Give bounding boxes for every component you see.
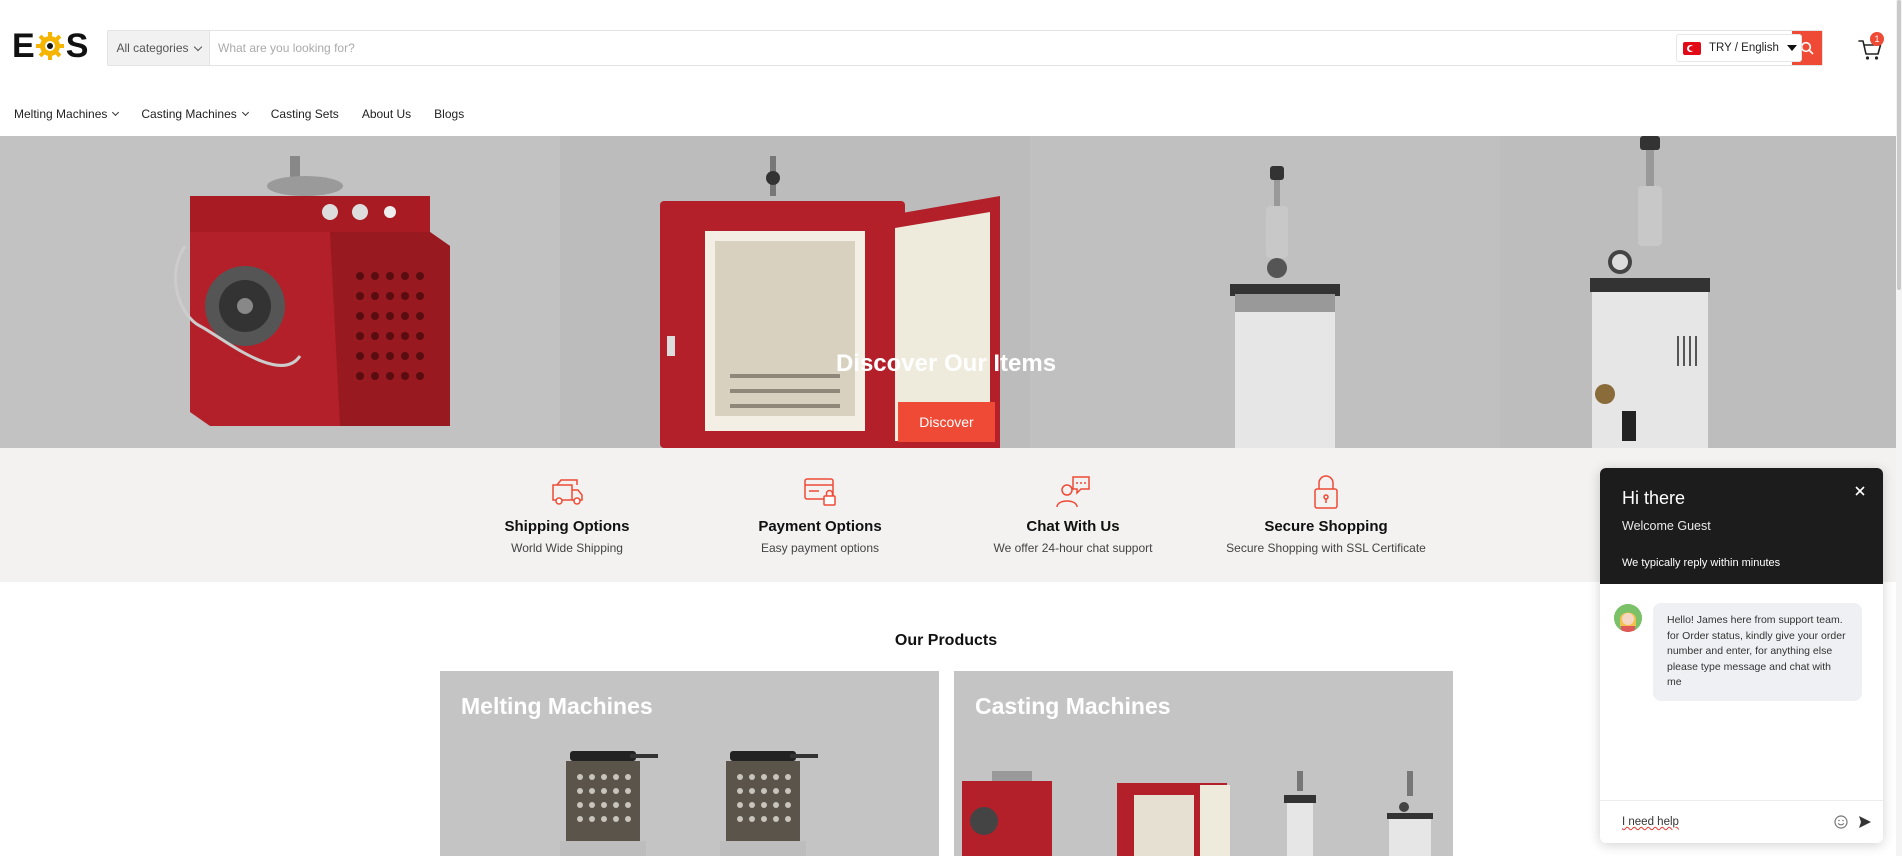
card-lock-icon <box>804 478 836 506</box>
scrollbar-thumb[interactable] <box>1897 0 1901 290</box>
feature-subtitle: World Wide Shipping <box>511 541 623 555</box>
product-card-title: Melting Machines <box>461 693 653 719</box>
turkey-flag-icon <box>1683 41 1701 55</box>
chevron-down-icon <box>241 108 249 117</box>
nav-item-label: About Us <box>361 107 412 121</box>
currency-language-selector[interactable]: TRY / English <box>1676 34 1802 62</box>
chat-input-bar: I need help <box>1600 800 1883 843</box>
feature-shipping: Shipping Options World Wide Shipping <box>452 472 682 555</box>
truck-icon <box>552 479 583 505</box>
chevron-down-icon <box>112 108 120 117</box>
feature-title: Chat With Us <box>1026 518 1120 535</box>
hero-banner: Discover Our Items Discover <box>0 136 1902 448</box>
feature-payment: Payment Options Easy payment options <box>705 472 935 555</box>
chevron-down-icon <box>193 42 202 51</box>
padlock-icon <box>1314 475 1338 509</box>
feature-chat: Chat With Us We offer 24-hour chat suppo… <box>958 472 1188 555</box>
agent-avatar <box>1614 604 1642 632</box>
feature-subtitle: Secure Shopping with SSL Certificate <box>1226 541 1426 555</box>
site-header: E S All categories What are you looking … <box>0 0 1902 95</box>
nav-item-melting-machines[interactable]: Melting Machines <box>14 106 120 122</box>
feature-secure: Secure Shopping Secure Shopping with SSL… <box>1211 472 1441 555</box>
page-scrollbar[interactable] <box>1896 0 1902 856</box>
nav-item-label: Casting Machines <box>141 107 237 121</box>
chat-widget: Hi there Welcome Guest We typically repl… <box>1600 468 1883 843</box>
melting-furnace-image <box>560 751 818 856</box>
currency-language-label: TRY / English <box>1709 42 1779 54</box>
nav-item-label: Casting Sets <box>270 107 339 121</box>
feature-title: Secure Shopping <box>1264 518 1388 535</box>
search-icon <box>1800 41 1814 55</box>
chat-header: Hi there Welcome Guest We typically repl… <box>1600 468 1883 584</box>
cart-count-badge: 1 <box>1870 32 1884 46</box>
feature-title: Payment Options <box>758 518 882 535</box>
page: E S All categories What are you looking … <box>0 0 1902 856</box>
main-nav: Melting Machines Casting Machines Castin… <box>14 106 487 122</box>
product-card-title: Casting Machines <box>975 693 1171 719</box>
nav-item-about-us[interactable]: About Us <box>362 106 411 122</box>
nav-item-casting-machines[interactable]: Casting Machines <box>141 106 249 122</box>
chat-support-icon <box>1056 476 1090 508</box>
chat-reply-time: We typically reply within minutes <box>1622 557 1781 569</box>
casting-machines-image <box>962 771 1433 856</box>
close-icon[interactable] <box>1853 484 1867 498</box>
feature-subtitle: We offer 24-hour chat support <box>993 541 1153 555</box>
nav-item-casting-sets[interactable]: Casting Sets <box>271 106 339 122</box>
caret-down-icon <box>1787 45 1797 51</box>
melting-machine-image <box>174 156 450 426</box>
discover-button[interactable]: Discover <box>898 402 995 442</box>
feature-title: Shipping Options <box>504 518 630 535</box>
category-select-label: All categories <box>116 41 189 55</box>
emoji-icon[interactable] <box>1833 814 1849 830</box>
send-icon[interactable] <box>1857 814 1873 830</box>
product-card-melting-machines[interactable]: Melting Machines <box>440 671 939 856</box>
vacuum-caster-image <box>1230 166 1340 448</box>
chat-greeting: Hi there <box>1622 488 1686 508</box>
chat-message-input[interactable]: I need help <box>1622 816 1825 828</box>
feature-subtitle: Easy payment options <box>760 541 880 555</box>
site-logo[interactable]: E S <box>12 27 89 65</box>
nav-item-blogs[interactable]: Blogs <box>434 106 464 122</box>
search-input[interactable] <box>210 31 1792 65</box>
chat-body: Hello! James here from support team. for… <box>1600 584 1883 801</box>
agent-avatar-icon <box>1614 604 1642 632</box>
chat-welcome: Welcome Guest <box>1622 519 1711 533</box>
chat-message-bubble: Hello! James here from support team. for… <box>1653 603 1862 701</box>
product-card-casting-machines[interactable]: Casting Machines <box>954 671 1453 856</box>
logo-letter-s: S <box>65 27 89 65</box>
chat-input-text: I need help <box>1622 816 1679 828</box>
gear-icon <box>35 32 64 60</box>
logo-letter-e: E <box>12 27 35 65</box>
category-select[interactable]: All categories <box>108 31 210 65</box>
nav-item-label: Melting Machines <box>14 107 108 121</box>
search-bar: All categories <box>107 30 1823 66</box>
hero-title: Discover Our Items <box>835 350 1057 377</box>
nav-item-label: Blogs <box>434 107 465 121</box>
vacuum-caster-image <box>1590 136 1710 448</box>
